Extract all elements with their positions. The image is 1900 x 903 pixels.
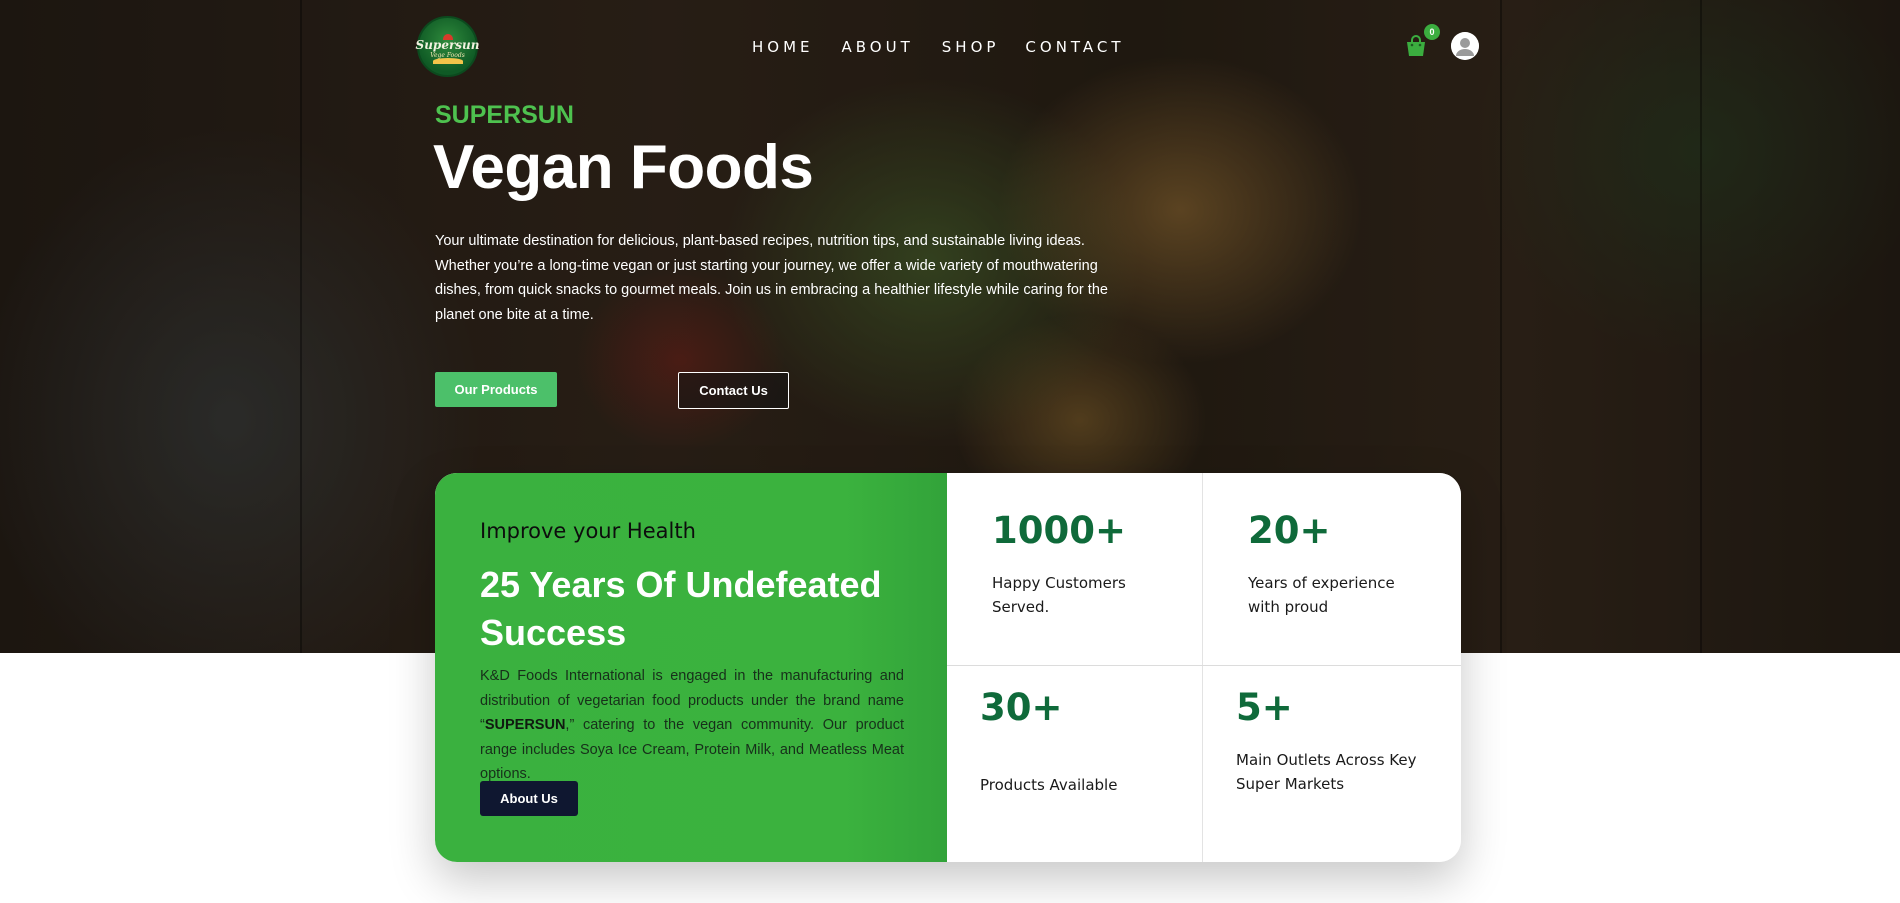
about-stats-card: Improve your Health 25 Years Of Undefeat… xyxy=(435,473,1461,862)
stat-value: 30+ xyxy=(980,686,1063,729)
stat-value: 20+ xyxy=(1248,509,1331,552)
hero-intro-text: Your ultimate destination for delicious,… xyxy=(435,233,1108,323)
about-brand-name: SUPERSUN xyxy=(484,717,566,733)
brand-tagline: SUPERSUN xyxy=(435,101,574,129)
stat-products: 30+ Products Available xyxy=(947,666,1202,862)
supersun-logo[interactable]: Supersun Vege Foods xyxy=(415,16,480,77)
stat-label: Years of experience with proud xyxy=(1248,574,1395,616)
stat-customers: 1000+ Happy Customers Served. xyxy=(947,473,1202,665)
stat-value: 1000+ xyxy=(992,509,1126,552)
about-description: K&D Foods International is engaged in th… xyxy=(480,664,904,787)
about-us-button[interactable]: About Us xyxy=(480,781,578,816)
contact-us-button[interactable]: Contact Us xyxy=(678,372,789,409)
cart-count-badge: 0 xyxy=(1424,24,1440,40)
shopping-bag-icon[interactable] xyxy=(1404,35,1428,57)
stat-experience: 20+ Years of experience with proud xyxy=(1203,473,1461,665)
main-menu: HOME ABOUT SHOP CONTACT xyxy=(752,38,1125,56)
stats-horizontal-divider xyxy=(947,665,1461,666)
stat-value: 5+ xyxy=(1236,686,1293,729)
top-navigation: Supersun Vege Foods HOME ABOUT SHOP CONT… xyxy=(0,0,1900,95)
logo-sun-mark xyxy=(442,34,453,40)
stats-vertical-divider xyxy=(1202,473,1203,862)
nav-home-link[interactable]: HOME xyxy=(752,38,814,56)
stat-outlets: 5+ Main Outlets Across Key Super Markets xyxy=(1203,666,1461,862)
nav-shop-link[interactable]: SHOP xyxy=(942,38,1000,56)
nav-about-link[interactable]: ABOUT xyxy=(842,38,914,56)
stat-label: Happy Customers Served. xyxy=(992,574,1126,616)
about-kicker: Improve your Health xyxy=(480,519,696,543)
user-avatar-icon[interactable] xyxy=(1451,32,1479,60)
about-panel: Improve your Health 25 Years Of Undefeat… xyxy=(435,473,947,862)
our-products-button[interactable]: Our Products xyxy=(435,372,557,407)
logo-wordmark: Supersun xyxy=(415,38,480,52)
stat-label: Products Available xyxy=(980,776,1118,794)
hero-headline: Vegan Foods xyxy=(433,133,814,202)
about-title: 25 Years Of Undefeated Success xyxy=(480,564,882,653)
stat-label: Main Outlets Across Key Super Markets xyxy=(1236,751,1417,793)
logo-hill-mark xyxy=(432,58,463,64)
nav-contact-link[interactable]: CONTACT xyxy=(1025,38,1124,56)
